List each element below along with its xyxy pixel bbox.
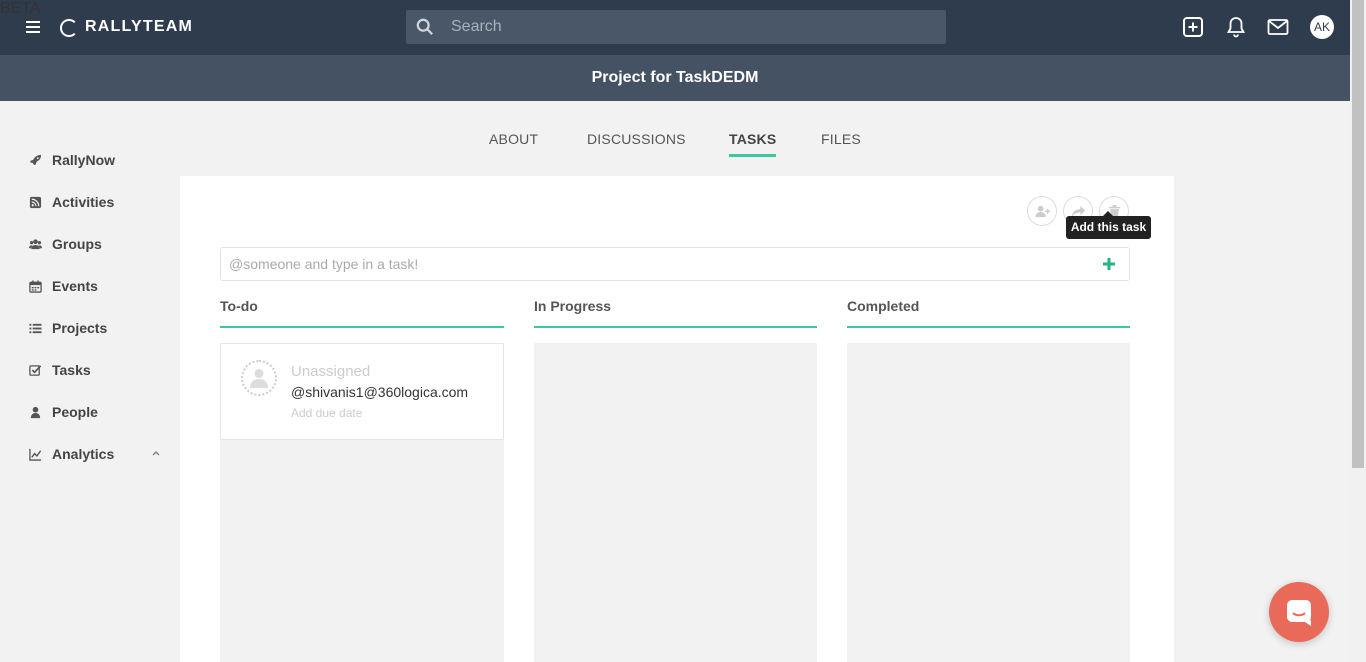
completed-column[interactable] <box>847 343 1130 662</box>
task-assignee[interactable]: Unassigned <box>291 363 370 380</box>
sidebar-item-rallynow[interactable]: RallyNow <box>29 150 115 170</box>
task-input-box[interactable] <box>220 247 1130 281</box>
rallyteam-logo[interactable]: RALLYTEAM <box>60 17 193 41</box>
add-task-tooltip: Add this task <box>1066 211 1151 239</box>
list-icon <box>29 323 42 333</box>
hamburger-menu-icon[interactable] <box>26 21 40 33</box>
tab-files[interactable]: FILES <box>821 131 861 157</box>
tab-tasks[interactable]: TASKS <box>729 131 777 157</box>
users-icon <box>29 238 42 249</box>
project-header: Project for TaskDEDM <box>0 55 1350 101</box>
user-placeholder-icon <box>250 369 268 388</box>
top-navigation-bar: RALLYTEAM BETA AK <box>0 0 1350 55</box>
task-card[interactable]: Unassigned @shivanis1@360logica.com Add … <box>220 343 504 440</box>
scrollbar-thumb[interactable] <box>1352 0 1364 468</box>
feed-icon <box>29 196 42 208</box>
sidebar-item-activities[interactable]: Activities <box>29 192 114 212</box>
rocket-icon <box>29 154 42 165</box>
calendar-icon <box>29 279 42 293</box>
search-icon <box>416 18 433 35</box>
chart-icon <box>29 448 42 461</box>
in-progress-column[interactable] <box>534 343 817 662</box>
chevron-up-icon[interactable] <box>152 449 160 457</box>
chat-launcher-button[interactable] <box>1269 582 1329 642</box>
tab-discussions[interactable]: DISCUSSIONS <box>587 131 686 157</box>
plus-icon[interactable] <box>1101 256 1117 272</box>
page-scrollbar[interactable] <box>1350 0 1366 662</box>
task-input[interactable] <box>229 248 1089 280</box>
user-avatar[interactable]: AK <box>1310 15 1334 39</box>
mail-icon[interactable] <box>1266 15 1290 39</box>
logo-mark-icon <box>60 19 78 37</box>
assignee-avatar[interactable] <box>241 360 277 396</box>
user-icon <box>30 406 41 418</box>
column-header-in-progress: In Progress <box>534 298 817 328</box>
sidebar-item-events[interactable]: Events <box>29 276 98 296</box>
sidebar-item-analytics[interactable]: Analytics <box>29 444 114 464</box>
column-header-completed: Completed <box>847 298 1130 328</box>
tab-about[interactable]: ABOUT <box>489 131 538 157</box>
task-text: @shivanis1@360logica.com <box>291 384 469 400</box>
chat-icon <box>1287 600 1311 626</box>
add-due-date-link[interactable]: Add due date <box>291 406 362 420</box>
bell-icon[interactable] <box>1224 15 1248 39</box>
search-bar[interactable] <box>406 10 946 44</box>
assign-user-button[interactable] <box>1027 196 1057 226</box>
brand-name: RALLYTEAM <box>85 18 193 35</box>
checkbox-icon <box>29 364 42 376</box>
project-title: Project for TaskDEDM <box>591 69 759 86</box>
sidebar-item-people[interactable]: People <box>29 402 98 422</box>
add-square-icon[interactable] <box>1181 15 1205 39</box>
sidebar-item-projects[interactable]: Projects <box>29 318 107 338</box>
search-input[interactable] <box>451 10 931 44</box>
sidebar-item-groups[interactable]: Groups <box>29 234 102 254</box>
column-header-todo: To-do <box>220 298 504 328</box>
sidebar-item-tasks[interactable]: Tasks <box>29 360 91 380</box>
add-user-icon <box>1035 205 1050 218</box>
